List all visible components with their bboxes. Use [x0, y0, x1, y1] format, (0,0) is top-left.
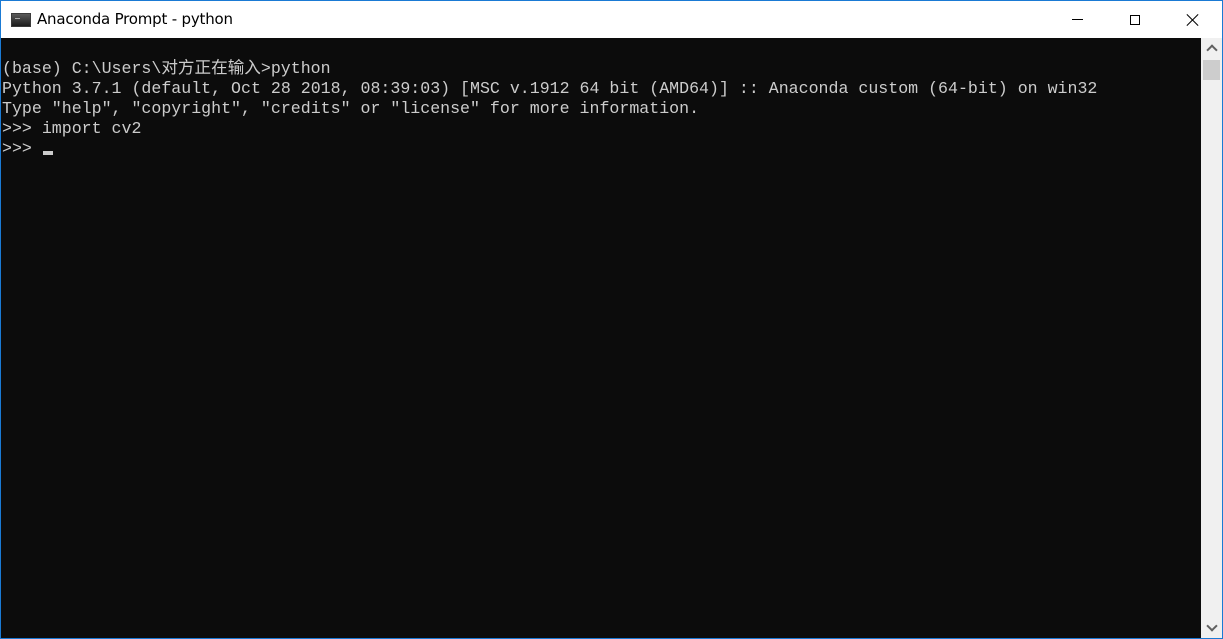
window-title: Anaconda Prompt - python [37, 10, 233, 28]
console-output[interactable]: (base) C:\Users\对方正在输入>python Python 3.7… [1, 38, 1201, 638]
scroll-up-button[interactable] [1201, 38, 1222, 58]
console-line: (base) C:\Users\对方正在输入>python [2, 59, 331, 78]
text-cursor [42, 151, 53, 155]
scroll-down-button[interactable] [1201, 618, 1222, 638]
maximize-icon [1130, 14, 1140, 25]
close-icon [1187, 14, 1199, 26]
chevron-down-icon [1205, 620, 1218, 632]
console-window: Anaconda Prompt - python (base) C:\Users… [0, 0, 1223, 639]
vertical-scrollbar[interactable] [1201, 38, 1222, 638]
terminal-icon[interactable] [11, 13, 31, 27]
console-line: Type "help", "copyright", "credits" or "… [2, 99, 700, 118]
maximize-button[interactable] [1106, 1, 1164, 38]
prompt-text: >>> [2, 139, 42, 158]
console-line: Python 3.7.1 (default, Oct 28 2018, 08:3… [2, 79, 1098, 98]
chevron-up-icon [1205, 44, 1218, 56]
minimize-button[interactable] [1048, 1, 1106, 38]
close-button[interactable] [1164, 1, 1222, 38]
prompt-line[interactable]: >>> [1, 139, 1201, 159]
title-bar[interactable]: Anaconda Prompt - python [1, 1, 1222, 38]
scrollbar-thumb[interactable] [1203, 60, 1220, 80]
minimize-icon [1071, 19, 1083, 20]
console-line: >>> import cv2 [2, 119, 142, 138]
